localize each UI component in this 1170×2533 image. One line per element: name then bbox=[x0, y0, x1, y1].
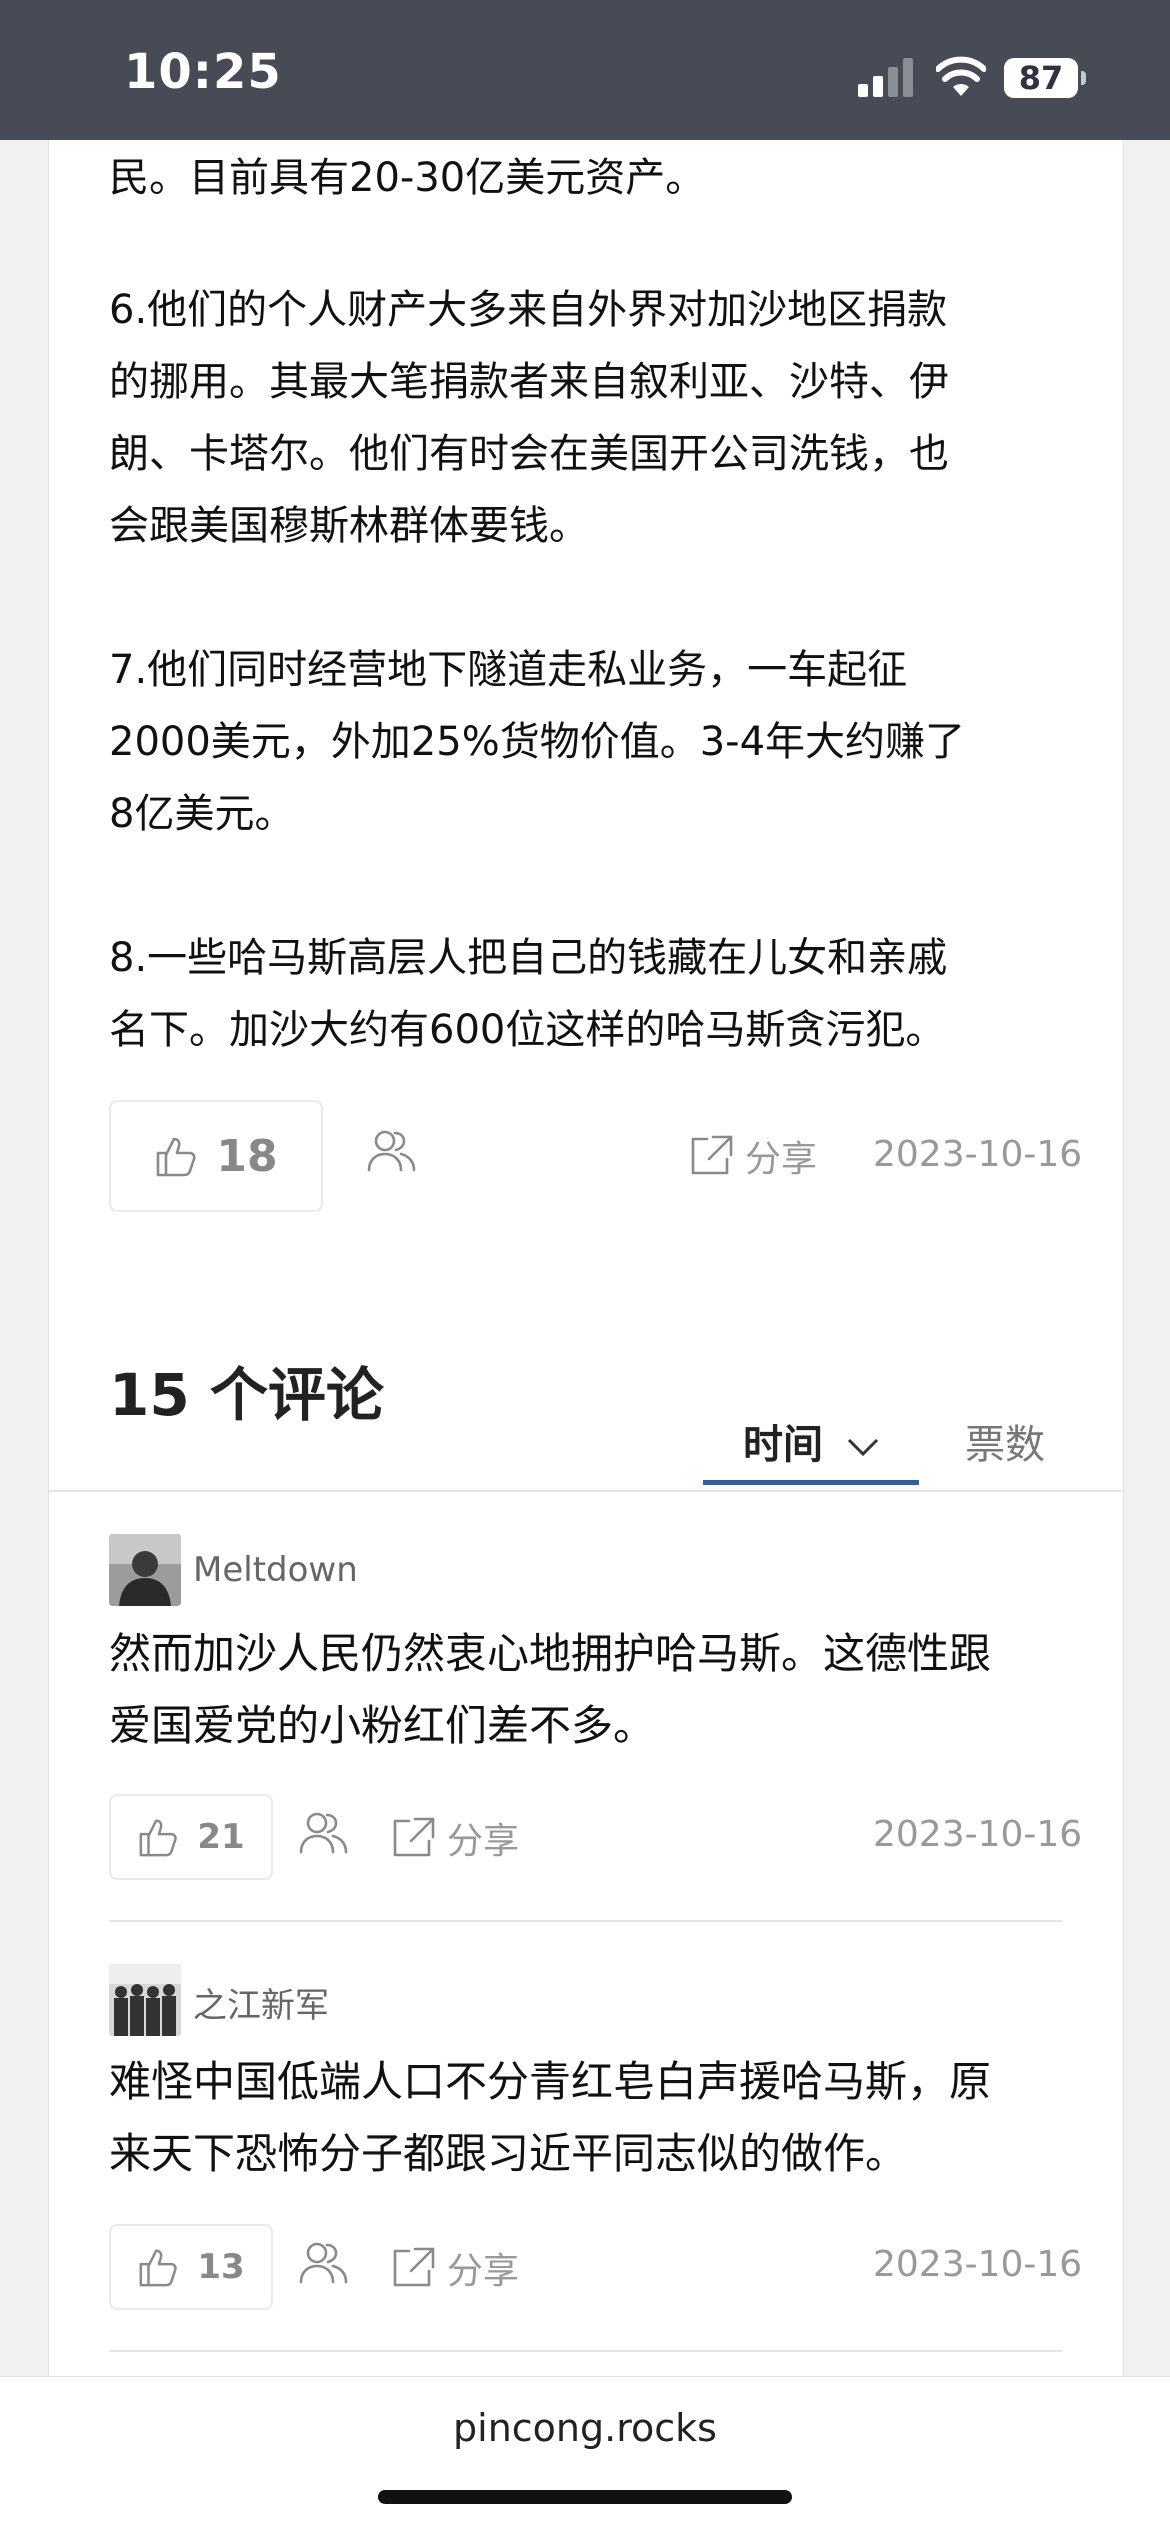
comment-text: 难怪中国低端人口不分青红皂白声援哈马斯，原 来天下恐怖分子都跟习近平同志似的做作… bbox=[109, 2057, 992, 2178]
comments-title: 15 个评论 bbox=[109, 1361, 384, 1429]
share-label: 分享 bbox=[447, 2251, 520, 2292]
divider bbox=[109, 1920, 1063, 1922]
comment-author[interactable]: 之江新军 bbox=[193, 1978, 329, 2027]
comment-date: 2023-10-16 bbox=[873, 2244, 1083, 2285]
home-indicator[interactable] bbox=[378, 2490, 792, 2504]
like-count: 21 bbox=[197, 1817, 245, 1857]
chevron-down-icon bbox=[847, 1438, 878, 1457]
article-card: 民。目前具有20-30亿美元资产。 6.他们的个人财产大多来自外界对加沙地区捐款… bbox=[48, 140, 1124, 2376]
comment-share-button[interactable]: 分享 bbox=[391, 2242, 519, 2294]
avatar[interactable] bbox=[109, 1534, 181, 1606]
article-share-button[interactable]: 分享 bbox=[689, 1130, 817, 1182]
article-paragraph: 7.他们同时经营地下隧道走私业务，一车起征 2000美元，外加25%货物价值。3… bbox=[109, 647, 966, 837]
users-icon[interactable] bbox=[367, 1126, 417, 1176]
tab-votes[interactable]: 票数 bbox=[965, 1412, 1045, 1470]
share-icon bbox=[393, 1817, 435, 1857]
status-bar: 10:25 87 bbox=[0, 0, 1170, 140]
comment-text: 然而加沙人民仍然衷心地拥护哈马斯。这德性跟 爱国爱党的小粉红们差不多。 bbox=[109, 1629, 992, 1750]
users-icon[interactable] bbox=[299, 1808, 349, 1858]
avatar[interactable] bbox=[109, 1964, 181, 2036]
thumbs-up-icon bbox=[157, 1137, 196, 1177]
share-label: 分享 bbox=[447, 1821, 520, 1862]
thumbs-up-icon bbox=[139, 2249, 178, 2287]
article-like-button[interactable]: 18 bbox=[109, 1100, 323, 1212]
thumbs-up-icon bbox=[139, 1819, 178, 1857]
browser-bottom-bar bbox=[0, 2376, 1170, 2533]
comment-date: 2023-10-16 bbox=[873, 1814, 1083, 1855]
address-bar-url[interactable]: pincong.rocks bbox=[0, 2406, 1170, 2450]
battery-level: 87 bbox=[1004, 58, 1078, 98]
cellular-signal-icon bbox=[858, 58, 913, 97]
battery-icon: 87 bbox=[1004, 58, 1088, 98]
like-count: 18 bbox=[216, 1130, 278, 1182]
divider bbox=[49, 1490, 1123, 1492]
comment-like-button[interactable]: 21 bbox=[109, 1794, 273, 1880]
comment-share-button[interactable]: 分享 bbox=[391, 1812, 519, 1864]
share-label: 分享 bbox=[745, 1139, 818, 1180]
tab-time[interactable]: 时间 bbox=[743, 1412, 881, 1470]
comment-like-button[interactable]: 13 bbox=[109, 2224, 273, 2310]
status-time: 10:25 bbox=[124, 44, 282, 100]
share-icon bbox=[691, 1135, 733, 1175]
article-paragraph: 8.一些哈马斯高层人把自己的钱藏在儿女和亲戚 名下。加沙大约有600位这样的哈马… bbox=[109, 935, 948, 1053]
article-paragraph: 6.他们的个人财产大多来自外界对加沙地区捐款 的挪用。其最大笔捐款者来自叙利亚、… bbox=[109, 287, 949, 549]
article-date: 2023-10-16 bbox=[873, 1134, 1083, 1175]
share-icon bbox=[393, 2247, 435, 2287]
wifi-icon bbox=[936, 56, 986, 96]
tab-time-label: 时间 bbox=[743, 1422, 823, 1468]
divider bbox=[109, 2350, 1063, 2352]
active-tab-indicator bbox=[703, 1480, 919, 1485]
article-paragraph: 民。目前具有20-30亿美元资产。 bbox=[109, 155, 706, 201]
users-icon[interactable] bbox=[299, 2238, 349, 2288]
like-count: 13 bbox=[197, 2247, 245, 2287]
comment-author[interactable]: Meltdown bbox=[193, 1550, 358, 1590]
